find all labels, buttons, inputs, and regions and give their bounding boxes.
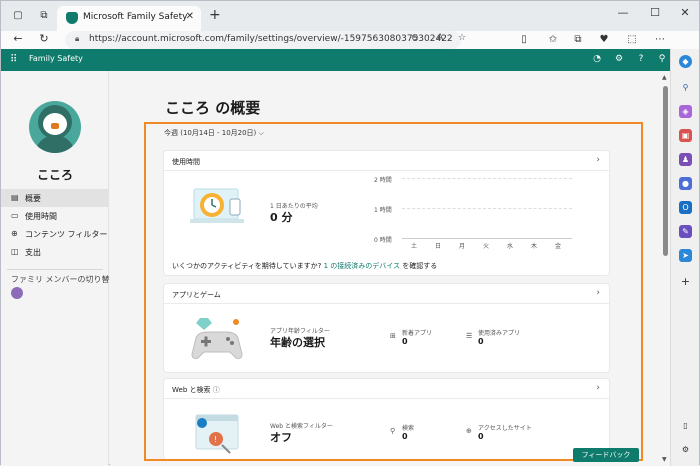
scroll-up-icon[interactable]: ▲ [662, 74, 667, 81]
read-aloud-icon[interactable]: A [437, 33, 443, 43]
browser-sidebar: ◆ ⚲ ◈ ▣ ♟ ● O ✎ ➤ + ▯ ⚙ [670, 49, 699, 466]
collections-icon[interactable]: ⧉ [571, 34, 585, 45]
nav-item-spending[interactable]: ◫ 支出 [1, 243, 108, 261]
overview-icon: ▤ [11, 193, 19, 202]
profile-icon[interactable]: ▢ [11, 9, 25, 23]
favorites-icon[interactable]: ✩ [546, 34, 560, 45]
designer-icon[interactable]: ✎ [679, 225, 692, 238]
copilot-icon[interactable]: ◆ [679, 55, 692, 68]
address-bar[interactable]: 🔒︎ https://account.microsoft.com/family/… [65, 31, 466, 49]
downloads-icon[interactable]: ⬚ [625, 34, 639, 45]
notifications-icon[interactable]: ◔ [591, 54, 603, 64]
nav-item-overview[interactable]: ▤ 概要 [1, 189, 108, 207]
tab-title: Microsoft Family Safety [83, 12, 188, 22]
child-avatar [29, 101, 81, 153]
app-launcher-icon[interactable]: ⠿ [10, 54, 17, 65]
left-nav: こころ ▤ 概要 ▭ 使用時間 ⊕ コンテンツ フィルター ◫ 支出 ファミリ … [1, 71, 118, 466]
sidebar-toggle-icon[interactable]: ▯ [679, 419, 692, 432]
nav-item-screen-time[interactable]: ▭ 使用時間 [1, 207, 108, 225]
search-icon[interactable]: ⚲ [679, 81, 692, 94]
url-text[interactable]: https://account.microsoft.com/family/set… [89, 34, 453, 44]
child-name: こころ [36, 168, 73, 182]
tab-actions-icon[interactable]: ⧉ [37, 9, 51, 23]
highlight-frame [144, 122, 643, 461]
filter-icon: ⊕ [11, 229, 18, 238]
back-icon[interactable]: ← [11, 32, 25, 46]
settings-icon[interactable]: ⚙ [613, 54, 625, 64]
lock-icon[interactable]: 🔒︎ [75, 34, 79, 44]
add-icon[interactable]: + [679, 275, 692, 288]
nav-divider [7, 269, 103, 270]
account-icon[interactable]: ⚲ [656, 54, 668, 64]
shopping-icon[interactable]: ◈ [679, 105, 692, 118]
refresh-icon[interactable]: ↻ [37, 32, 51, 46]
address-row: ← ↻ 🔒︎ https://account.microsoft.com/fam… [1, 31, 699, 49]
more-options-icon[interactable]: ⋯ [653, 34, 667, 45]
games-icon[interactable]: ♟ [679, 153, 692, 166]
scroll-thumb[interactable] [663, 86, 668, 256]
browser-window: ▢ ⧉ Microsoft Family Safety ✕ + — ☐ ✕ ← … [0, 0, 700, 466]
wallet-icon: ◫ [11, 247, 19, 256]
split-screen-icon[interactable]: ▯ [517, 34, 531, 45]
send-icon[interactable]: ➤ [679, 249, 692, 262]
tab-strip: ▢ ⧉ Microsoft Family Safety ✕ + — ☐ ✕ [1, 1, 699, 31]
family-safety-favicon [66, 12, 78, 24]
close-window-icon[interactable]: ✕ [675, 6, 695, 19]
page-title: こころ の概要 [165, 99, 261, 117]
clock-icon: ▭ [11, 211, 19, 220]
minimize-icon[interactable]: — [613, 6, 633, 19]
extension-icon[interactable]: ♥ [597, 34, 611, 45]
settings-icon[interactable]: ⚙ [679, 443, 692, 456]
maximize-icon[interactable]: ☐ [645, 6, 665, 19]
app-header: ⠿ Family Safety ◔ ⚙ ? ⚲ [1, 49, 670, 71]
close-tab-icon[interactable]: ✕ [186, 11, 194, 22]
switch-member-label: ファミリ メンバーの切り替え [11, 275, 118, 284]
app-title[interactable]: Family Safety [29, 54, 83, 63]
page-scrollbar[interactable]: ▲ ▼ [661, 71, 670, 466]
tools-icon[interactable]: ▣ [679, 129, 692, 142]
microsoft365-icon[interactable]: ● [679, 177, 692, 190]
scroll-down-icon[interactable]: ▼ [662, 456, 667, 463]
favorite-star-icon[interactable]: ☆ [458, 33, 466, 43]
outlook-icon[interactable]: O [679, 201, 692, 214]
member-avatar[interactable] [11, 287, 23, 299]
feedback-button[interactable]: フィードバック [573, 448, 639, 462]
new-tab-icon[interactable]: + [209, 8, 221, 22]
browser-tab[interactable]: Microsoft Family Safety ✕ [57, 6, 201, 31]
zoom-icon[interactable]: ⊖ [411, 33, 419, 43]
help-icon[interactable]: ? [635, 54, 647, 64]
nav-item-content-filter[interactable]: ⊕ コンテンツ フィルター [1, 225, 108, 243]
